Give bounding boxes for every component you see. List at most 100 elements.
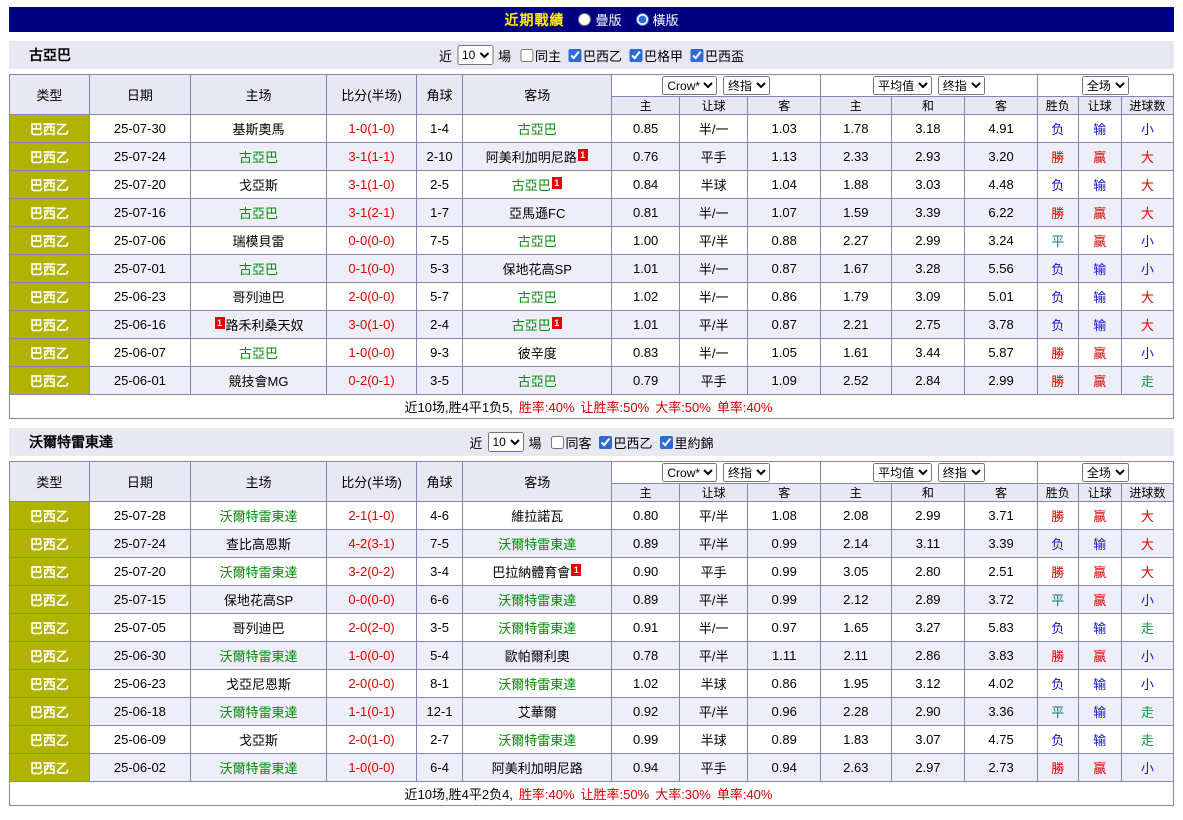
result-group-header: 全场 bbox=[1037, 462, 1173, 484]
result-wdl-cell: 勝 bbox=[1037, 502, 1078, 530]
result-wdl-cell: 勝 bbox=[1037, 339, 1078, 367]
corner-cell: 2-10 bbox=[417, 143, 463, 171]
layout-radio-stacked[interactable]: 疊版 bbox=[578, 10, 621, 29]
result-handicap-cell: 赢 bbox=[1078, 642, 1121, 670]
euro-odds-group-header: 平均值 终指 bbox=[821, 75, 1038, 97]
euro-away-odds-cell: 3.83 bbox=[965, 642, 1038, 670]
date-cell: 25-07-20 bbox=[89, 171, 190, 199]
asian-home-odds-cell: 1.00 bbox=[612, 227, 680, 255]
euro-final-odds-select[interactable]: 终指 bbox=[938, 76, 985, 95]
radio-input-horizontal[interactable] bbox=[636, 13, 649, 26]
asian-handicap-cell: 平手 bbox=[679, 558, 748, 586]
col-header-score: 比分(半场) bbox=[327, 462, 417, 502]
team-name: 沃爾特雷東達 bbox=[220, 649, 298, 664]
result-goals-cell: 走 bbox=[1121, 726, 1173, 754]
score-cell: 3-1(1-1) bbox=[327, 143, 417, 171]
col-header-date: 日期 bbox=[89, 75, 190, 115]
match-row: 巴西乙25-06-161路禾利桑天奴3-0(1-0)2-4古亞巴11.01平/半… bbox=[10, 311, 1174, 339]
games-count-select[interactable]: 10 bbox=[487, 432, 523, 452]
score-cell: 3-1(2-1) bbox=[327, 199, 417, 227]
col-header-handicap-result: 让球 bbox=[1078, 484, 1121, 502]
filter-checkbox-同主[interactable]: 同主 bbox=[520, 46, 561, 65]
col-header-euro-home: 主 bbox=[821, 484, 892, 502]
euro-home-odds-cell: 2.63 bbox=[821, 754, 892, 782]
layout-radio-horizontal[interactable]: 橫版 bbox=[636, 10, 679, 29]
euro-away-odds-cell: 4.02 bbox=[965, 670, 1038, 698]
home-team-cell: 古亞巴 bbox=[191, 199, 327, 227]
score-cell: 4-2(3-1) bbox=[327, 530, 417, 558]
fulltime-select[interactable]: 全场 bbox=[1082, 76, 1129, 95]
result-goals-cell: 小 bbox=[1121, 115, 1173, 143]
col-header-asian-home: 主 bbox=[612, 97, 680, 115]
checkbox-input[interactable] bbox=[550, 436, 563, 449]
red-card-badge: 1 bbox=[552, 177, 562, 189]
date-cell: 25-07-24 bbox=[89, 530, 190, 558]
checkbox-input[interactable] bbox=[629, 49, 642, 62]
filter-checkbox-巴西乙[interactable]: 巴西乙 bbox=[599, 433, 653, 452]
bookmaker-select[interactable]: Crow* bbox=[662, 463, 717, 482]
checkbox-input[interactable] bbox=[568, 49, 581, 62]
euro-away-odds-cell: 5.87 bbox=[965, 339, 1038, 367]
filter-checkbox-巴西乙[interactable]: 巴西乙 bbox=[568, 46, 622, 65]
asian-away-odds-cell: 0.99 bbox=[748, 586, 821, 614]
near-label: 近 bbox=[469, 433, 482, 452]
summary-prefix: 近10场,胜4平2负4, bbox=[405, 787, 513, 802]
asian-final-odds-select[interactable]: 终指 bbox=[723, 463, 770, 482]
checkbox-input[interactable] bbox=[660, 436, 673, 449]
checkbox-input[interactable] bbox=[690, 49, 703, 62]
average-odds-select[interactable]: 平均值 bbox=[873, 463, 932, 482]
euro-draw-odds-cell: 2.99 bbox=[891, 227, 965, 255]
result-goals-cell: 大 bbox=[1121, 283, 1173, 311]
corner-cell: 4-6 bbox=[417, 502, 463, 530]
summary-stat: 胜率:40% bbox=[519, 400, 575, 415]
euro-home-odds-cell: 2.33 bbox=[821, 143, 892, 171]
checkbox-input[interactable] bbox=[520, 49, 533, 62]
filter-checkbox-巴格甲[interactable]: 巴格甲 bbox=[629, 46, 683, 65]
asian-handicap-cell: 平/半 bbox=[679, 586, 748, 614]
asian-away-odds-cell: 0.87 bbox=[748, 311, 821, 339]
asian-home-odds-cell: 1.01 bbox=[612, 311, 680, 339]
fulltime-select[interactable]: 全场 bbox=[1082, 463, 1129, 482]
result-wdl-cell: 负 bbox=[1037, 171, 1078, 199]
bookmaker-select[interactable]: Crow* bbox=[662, 76, 717, 95]
date-cell: 25-06-16 bbox=[89, 311, 190, 339]
result-handicap-cell: 输 bbox=[1078, 311, 1121, 339]
filter-checkbox-巴西盃[interactable]: 巴西盃 bbox=[690, 46, 744, 65]
euro-final-odds-select[interactable]: 终指 bbox=[938, 463, 985, 482]
result-handicap-cell: 赢 bbox=[1078, 754, 1121, 782]
team-name: 阿美利加明尼路 bbox=[492, 761, 583, 776]
radio-input-stacked[interactable] bbox=[578, 13, 591, 26]
home-team-cell: 戈亞尼恩斯 bbox=[191, 670, 327, 698]
summary-stat: 大率:50% bbox=[655, 400, 711, 415]
asian-final-odds-select[interactable]: 终指 bbox=[723, 76, 770, 95]
radio-label-stacked: 疊版 bbox=[595, 10, 621, 29]
asian-handicap-cell: 平手 bbox=[679, 367, 748, 395]
asian-away-odds-cell: 0.88 bbox=[748, 227, 821, 255]
col-header-home: 主场 bbox=[191, 462, 327, 502]
asian-handicap-cell: 半/一 bbox=[679, 115, 748, 143]
date-cell: 25-07-01 bbox=[89, 255, 190, 283]
team-name: 古亞巴 bbox=[239, 150, 278, 165]
col-header-asian-handicap: 让球 bbox=[679, 484, 748, 502]
games-count-select[interactable]: 10 bbox=[457, 45, 493, 65]
team-name: 古亞巴 bbox=[518, 290, 557, 305]
euro-draw-odds-cell: 3.03 bbox=[891, 171, 965, 199]
col-header-goals: 进球数 bbox=[1121, 97, 1173, 115]
asian-away-odds-cell: 1.05 bbox=[748, 339, 821, 367]
home-team-cell: 沃爾特雷東達 bbox=[191, 642, 327, 670]
asian-home-odds-cell: 0.99 bbox=[612, 726, 680, 754]
checkbox-input[interactable] bbox=[599, 436, 612, 449]
euro-draw-odds-cell: 3.44 bbox=[891, 339, 965, 367]
asian-handicap-cell: 平/半 bbox=[679, 698, 748, 726]
average-odds-select[interactable]: 平均值 bbox=[873, 76, 932, 95]
filter-checkbox-里約錦[interactable]: 里約錦 bbox=[660, 433, 714, 452]
league-cell: 巴西乙 bbox=[10, 283, 90, 311]
team-name: 基斯奧馬 bbox=[233, 122, 285, 137]
team-name: 巴拉納體育會 bbox=[492, 565, 570, 580]
near-label: 近 bbox=[439, 46, 452, 65]
match-row: 巴西乙25-07-20沃爾特雷東達3-2(0-2)3-4巴拉納體育會10.90平… bbox=[10, 558, 1174, 586]
date-cell: 25-07-24 bbox=[89, 143, 190, 171]
filter-checkbox-同客[interactable]: 同客 bbox=[550, 433, 591, 452]
result-goals-cell: 大 bbox=[1121, 558, 1173, 586]
euro-away-odds-cell: 4.48 bbox=[965, 171, 1038, 199]
